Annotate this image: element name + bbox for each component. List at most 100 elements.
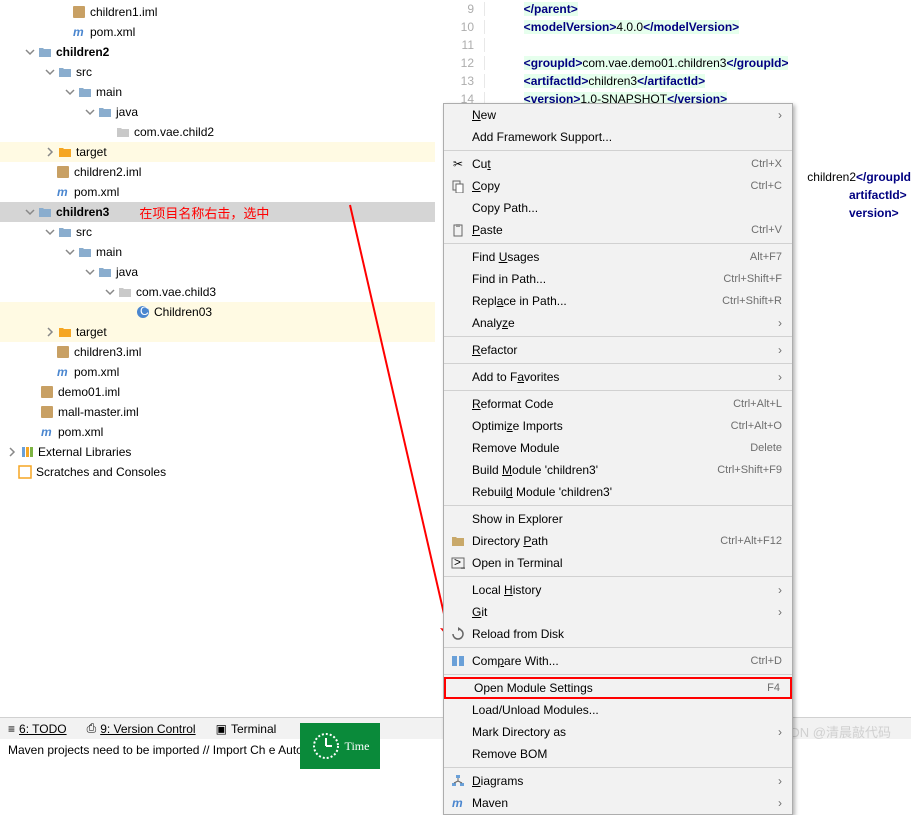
chevron-right-icon: › xyxy=(778,583,782,597)
folder-icon xyxy=(58,325,72,339)
menu-show-explorer[interactable]: Show in Explorer xyxy=(444,508,792,530)
diagram-icon xyxy=(450,773,466,789)
menu-git[interactable]: Git› xyxy=(444,601,792,623)
tree-folder-selected[interactable]: children3在项目名称右击，选中 xyxy=(0,202,435,222)
menu-refactor[interactable]: Refactor› xyxy=(444,339,792,361)
menu-copy[interactable]: CopyCtrl+C xyxy=(444,175,792,197)
separator xyxy=(444,363,792,364)
tree-package[interactable]: com.vae.child3 xyxy=(0,282,435,302)
menu-load-unload[interactable]: Load/Unload Modules... xyxy=(444,699,792,721)
chevron-down-icon[interactable] xyxy=(64,246,76,258)
tab-terminal[interactable]: ▣ Terminal xyxy=(216,722,277,736)
maven-icon: m xyxy=(72,25,86,39)
chevron-right-icon[interactable] xyxy=(6,446,18,458)
chevron-down-icon[interactable] xyxy=(64,86,76,98)
menu-cut[interactable]: ✂CutCtrl+X xyxy=(444,153,792,175)
svg-text:m: m xyxy=(41,425,52,439)
project-tree: children1.iml mpom.xml children2 src mai… xyxy=(0,0,435,720)
context-menu: New› Add Framework Support... ✂CutCtrl+X… xyxy=(443,103,793,815)
chevron-down-icon[interactable] xyxy=(44,66,56,78)
menu-paste[interactable]: PasteCtrl+V xyxy=(444,219,792,241)
maven-icon: m xyxy=(56,365,70,379)
folder-icon xyxy=(98,105,112,119)
tree-folder[interactable]: java xyxy=(0,102,435,122)
chevron-down-icon[interactable] xyxy=(24,206,36,218)
menu-open-module-settings[interactable]: Open Module SettingsF4 xyxy=(444,677,792,699)
menu-open-terminal[interactable]: >_Open in Terminal xyxy=(444,552,792,574)
folder-icon xyxy=(98,265,112,279)
tree-folder[interactable]: main xyxy=(0,82,435,102)
menu-reformat[interactable]: Reformat CodeCtrl+Alt+L xyxy=(444,393,792,415)
separator xyxy=(444,674,792,675)
library-icon xyxy=(20,445,34,459)
tab-todo[interactable]: ≡ 6: TODO xyxy=(8,722,67,736)
menu-add-favorites[interactable]: Add to Favorites› xyxy=(444,366,792,388)
svg-text:m: m xyxy=(57,365,68,379)
chevron-down-icon[interactable] xyxy=(84,266,96,278)
tree-external-libs[interactable]: External Libraries xyxy=(0,442,435,462)
chevron-down-icon[interactable] xyxy=(24,46,36,58)
package-icon xyxy=(118,285,132,299)
chevron-right-icon: › xyxy=(778,774,782,788)
copy-icon xyxy=(450,178,466,194)
tree-folder[interactable]: src xyxy=(0,62,435,82)
tree-file[interactable]: mpom.xml xyxy=(0,22,435,42)
menu-maven[interactable]: mMaven› xyxy=(444,792,792,814)
tree-file[interactable]: children3.iml xyxy=(0,342,435,362)
menu-remove-bom[interactable]: Remove BOM xyxy=(444,743,792,765)
folder-icon xyxy=(78,245,92,259)
menu-compare-with[interactable]: Compare With...Ctrl+D xyxy=(444,650,792,672)
cut-icon: ✂ xyxy=(450,156,466,172)
folder-icon xyxy=(38,205,52,219)
menu-add-framework[interactable]: Add Framework Support... xyxy=(444,126,792,148)
folder-icon xyxy=(58,145,72,159)
tree-folder[interactable]: target xyxy=(0,142,435,162)
tree-file[interactable]: children1.iml xyxy=(0,2,435,22)
separator xyxy=(444,767,792,768)
menu-find-in-path[interactable]: Find in Path...Ctrl+Shift+F xyxy=(444,268,792,290)
tree-class[interactable]: CChildren03 xyxy=(0,302,435,322)
tree-file[interactable]: mall-master.iml xyxy=(0,402,435,422)
tree-folder[interactable]: src xyxy=(0,222,435,242)
reload-icon xyxy=(450,626,466,642)
menu-rebuild-module[interactable]: Rebuild Module 'children3' xyxy=(444,481,792,503)
chevron-right-icon[interactable] xyxy=(44,146,56,158)
menu-diagrams[interactable]: Diagrams› xyxy=(444,770,792,792)
chevron-down-icon[interactable] xyxy=(84,106,96,118)
chevron-down-icon[interactable] xyxy=(44,226,56,238)
menu-replace-in-path[interactable]: Replace in Path...Ctrl+Shift+R xyxy=(444,290,792,312)
menu-copy-path[interactable]: Copy Path... xyxy=(444,197,792,219)
paste-icon xyxy=(450,222,466,238)
menu-remove-module[interactable]: Remove ModuleDelete xyxy=(444,437,792,459)
chevron-right-icon: › xyxy=(778,796,782,810)
compare-icon xyxy=(450,653,466,669)
tree-folder[interactable]: target xyxy=(0,322,435,342)
tree-folder[interactable]: java xyxy=(0,262,435,282)
menu-new[interactable]: New› xyxy=(444,104,792,126)
menu-build-module[interactable]: Build Module 'children3'Ctrl+Shift+F9 xyxy=(444,459,792,481)
menu-reload-disk[interactable]: Reload from Disk xyxy=(444,623,792,645)
tree-folder[interactable]: main xyxy=(0,242,435,262)
menu-analyze[interactable]: Analyze› xyxy=(444,312,792,334)
chevron-down-icon[interactable] xyxy=(104,286,116,298)
tab-version-control[interactable]: ⎙ 9: Version Control xyxy=(87,721,196,736)
menu-directory-path[interactable]: Directory PathCtrl+Alt+F12 xyxy=(444,530,792,552)
chevron-right-icon[interactable] xyxy=(44,326,56,338)
menu-mark-directory[interactable]: Mark Directory as› xyxy=(444,721,792,743)
tree-file[interactable]: mpom.xml xyxy=(0,422,435,442)
tree-scratches[interactable]: Scratches and Consoles xyxy=(0,462,435,482)
tree-file[interactable]: demo01.iml xyxy=(0,382,435,402)
tree-file[interactable]: mpom.xml xyxy=(0,182,435,202)
separator xyxy=(444,647,792,648)
tree-file[interactable]: mpom.xml xyxy=(0,362,435,382)
chevron-right-icon: › xyxy=(778,725,782,739)
maven-icon: m xyxy=(40,425,54,439)
menu-local-history[interactable]: Local History› xyxy=(444,579,792,601)
tree-package[interactable]: com.vae.child2 xyxy=(0,122,435,142)
tree-folder[interactable]: children2 xyxy=(0,42,435,62)
menu-find-usages[interactable]: Find UsagesAlt+F7 xyxy=(444,246,792,268)
separator xyxy=(444,576,792,577)
menu-optimize-imports[interactable]: Optimize ImportsCtrl+Alt+O xyxy=(444,415,792,437)
chevron-right-icon: › xyxy=(778,370,782,384)
tree-file[interactable]: children2.iml xyxy=(0,162,435,182)
